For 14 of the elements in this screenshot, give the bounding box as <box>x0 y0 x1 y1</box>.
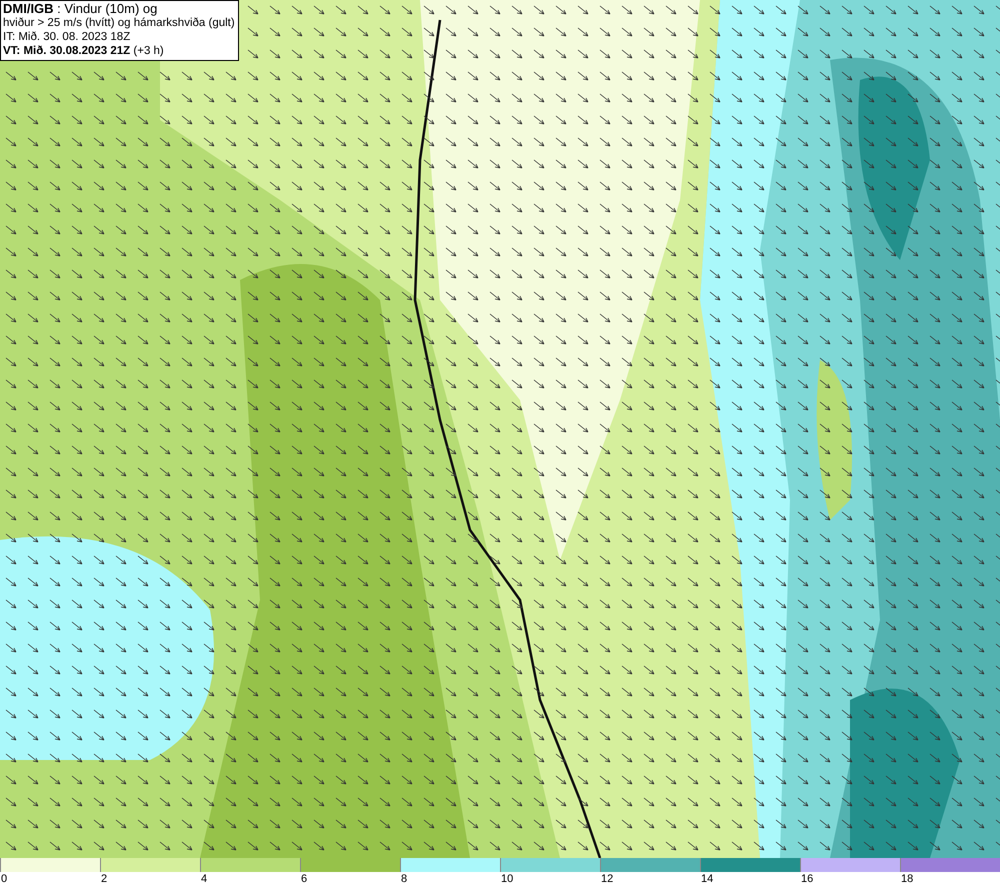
legend-tick: 16 <box>800 872 814 886</box>
header-line: hviður > 25 m/s (hvítt) og hámarkshviða (gult) <box>3 16 235 30</box>
legend-tick: 14 <box>700 872 714 886</box>
header-line: IT: Mið. 30. 08. 2023 18Z <box>3 30 132 44</box>
header-line: DMI/IGB : Vindur (10m) og <box>3 2 158 16</box>
legend-tick: 2 <box>100 872 108 886</box>
legend-tick: 18 <box>900 872 914 886</box>
legend-tick: 8 <box>400 872 408 886</box>
header-line: VT: Mið. 30.08.2023 21Z (+3 h) <box>3 44 165 58</box>
legend-tick: 12 <box>600 872 614 886</box>
legend-tick: 4 <box>200 872 208 886</box>
legend-tick: 10 <box>500 872 514 886</box>
legend-tick: 0 <box>0 872 8 886</box>
legend-tick: 6 <box>300 872 308 886</box>
